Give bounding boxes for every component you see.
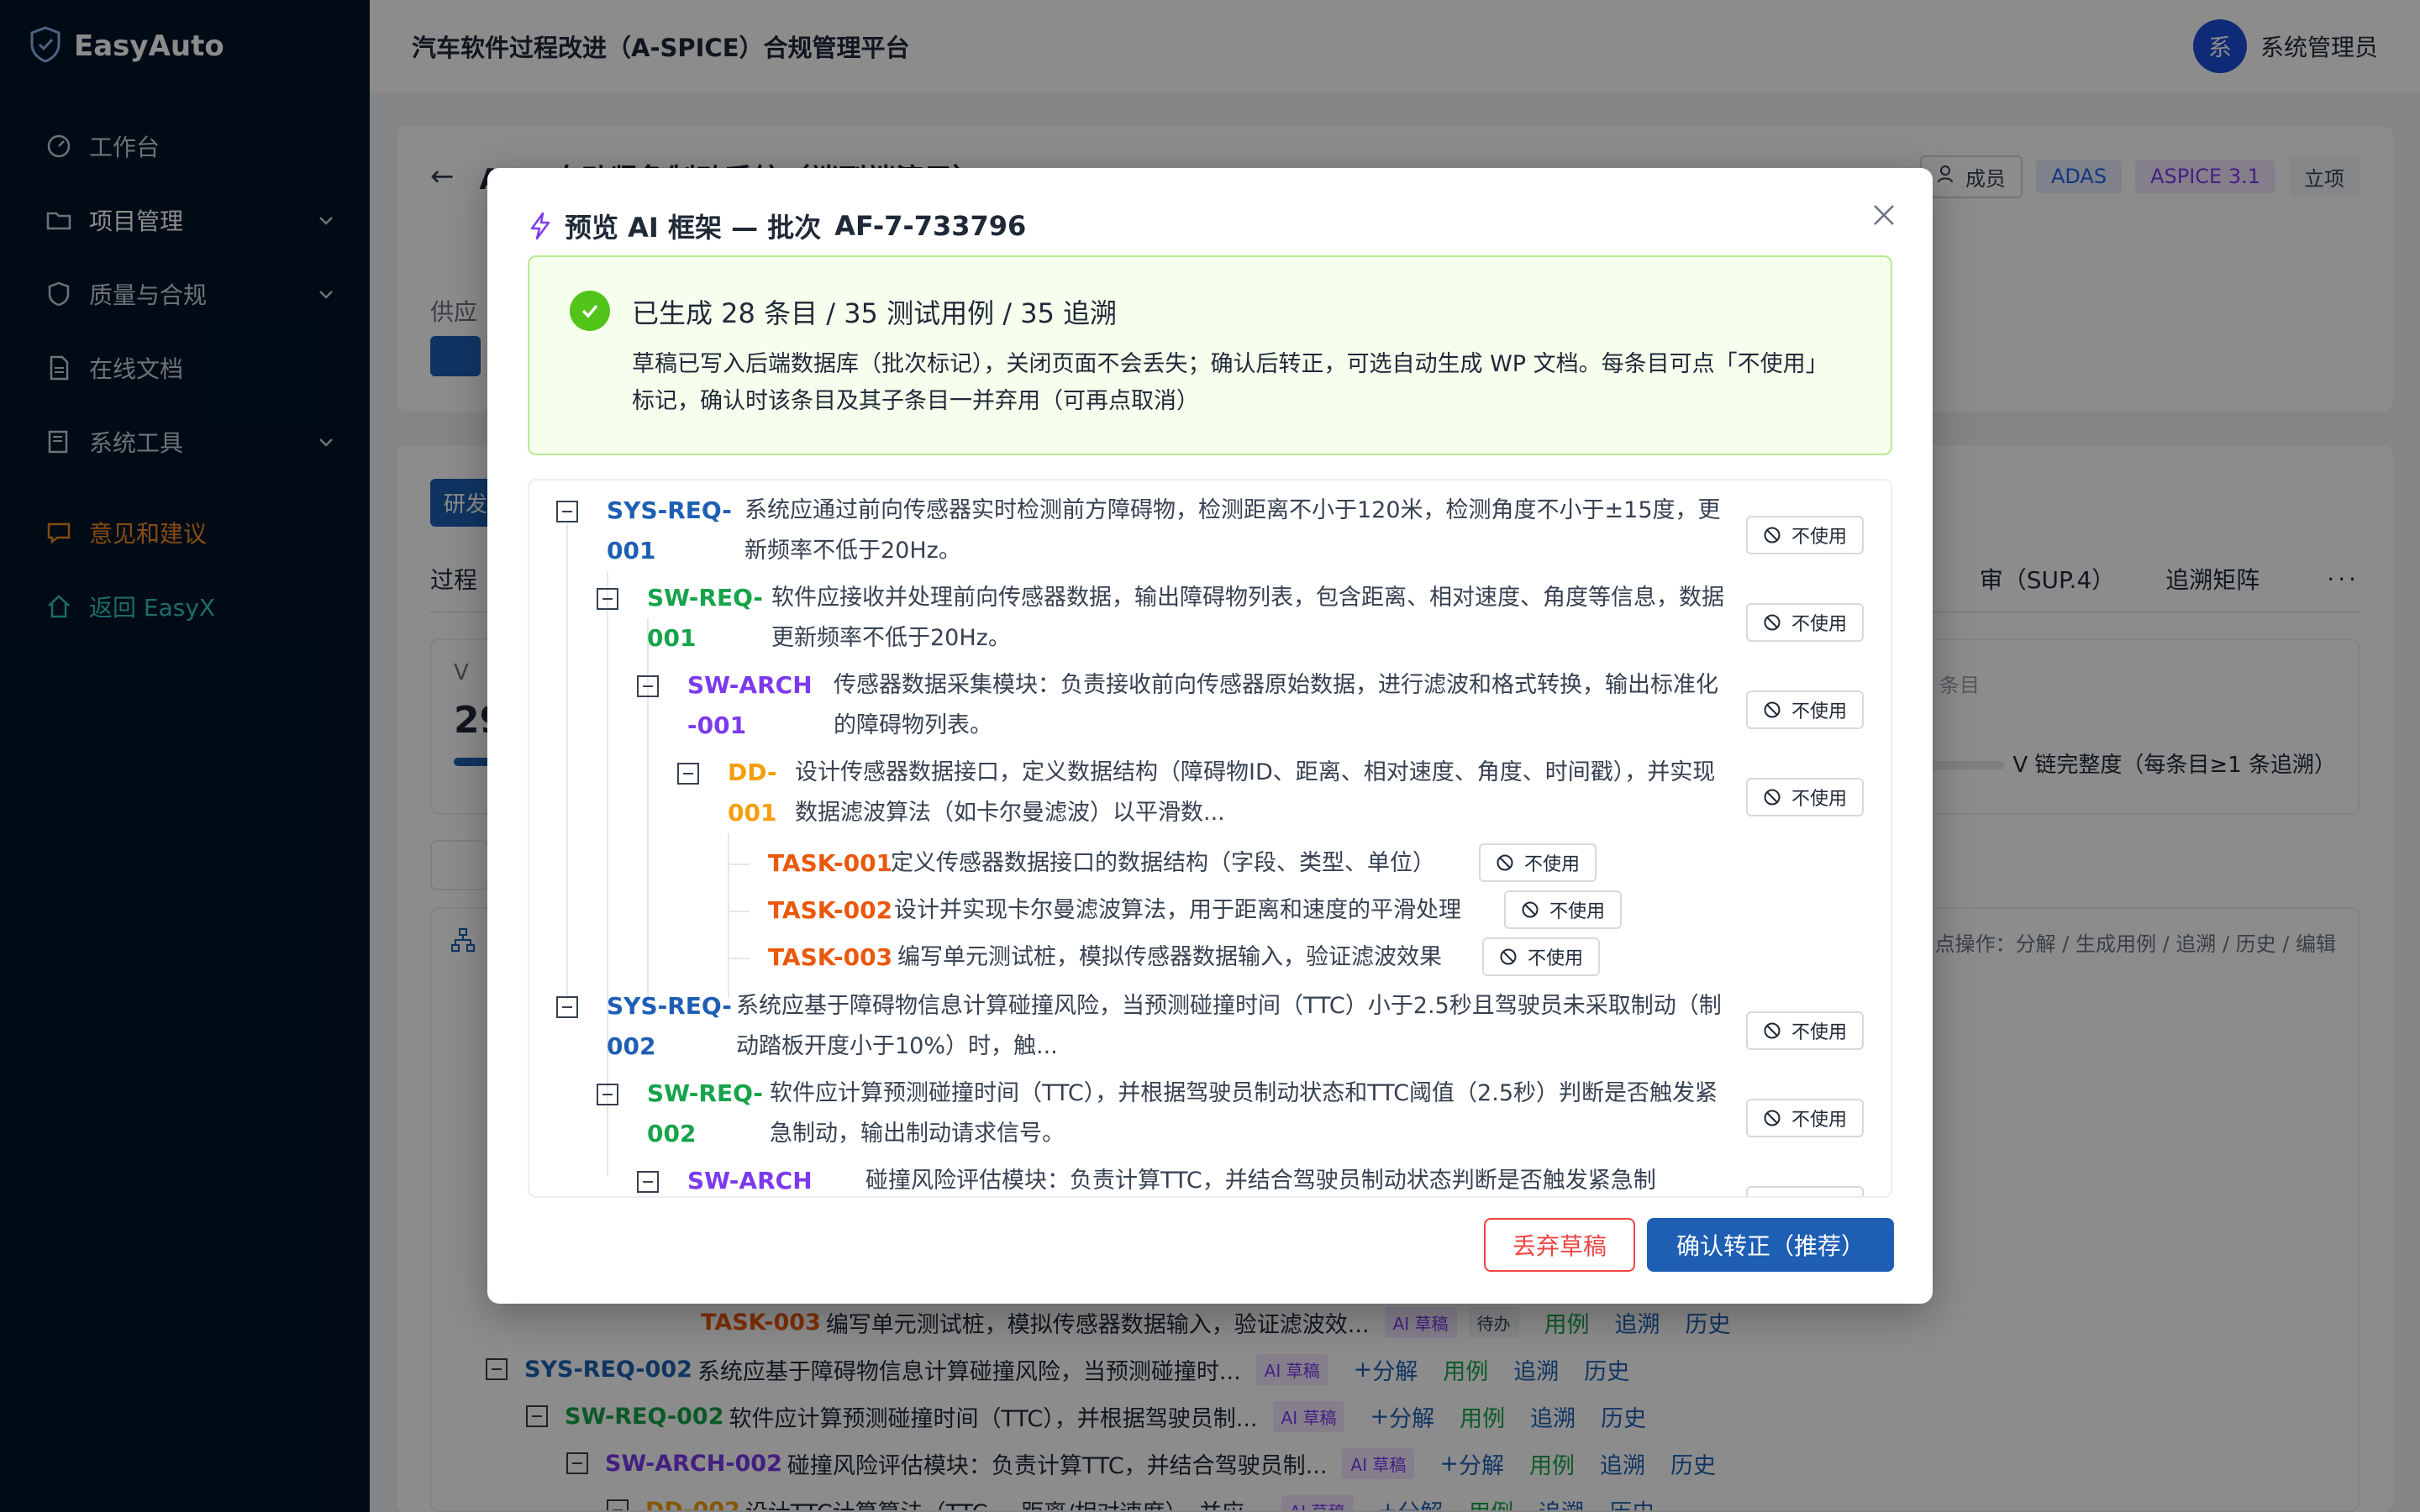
item-code: TASK-002	[768, 896, 893, 924]
item-code: SW-REQ-002	[647, 1079, 764, 1147]
item-code: SYS-REQ-002	[607, 992, 732, 1060]
no-use-button[interactable]: 不使用	[1504, 890, 1623, 929]
no-use-label: 不使用	[1791, 614, 1848, 635]
collapse-icon[interactable]	[597, 1084, 618, 1105]
generated-items-list: SYS-REQ-001 系统应通过前向传感器实时检测前方障碍物，检测距离不小于1…	[528, 479, 1892, 1198]
no-use-label: 不使用	[1791, 789, 1848, 810]
no-use-label: 不使用	[1791, 1192, 1847, 1196]
ban-icon	[1763, 526, 1781, 544]
check-circle-icon	[570, 291, 610, 331]
item-text: 编写单元测试桩，模拟传感器数据输入，验证滤波效果	[897, 944, 1442, 970]
discard-draft-button[interactable]: 丢弃草稿	[1484, 1218, 1635, 1272]
ban-icon	[1763, 1196, 1781, 1198]
collapse-icon[interactable]	[556, 501, 578, 522]
batch-id: AF-7-733796	[834, 210, 1027, 242]
collapse-icon[interactable]	[597, 588, 618, 610]
collapse-icon[interactable]	[677, 763, 699, 785]
no-use-button[interactable]: 不使用	[1746, 603, 1865, 642]
collapse-icon[interactable]	[637, 675, 659, 697]
no-use-label: 不使用	[1791, 527, 1848, 548]
ban-icon	[1496, 853, 1514, 872]
no-use-label: 不使用	[1791, 701, 1848, 722]
no-use-label: 不使用	[1524, 854, 1581, 875]
collapse-icon[interactable]	[556, 996, 578, 1018]
ban-icon	[1763, 1109, 1781, 1127]
close-button[interactable]	[1869, 202, 1899, 232]
item-text: 传感器数据采集模块：负责接收前向传感器原始数据，进行滤波和格式转换，输出标准化的…	[834, 672, 1718, 738]
item-text: 设计传感器数据接口，定义数据结构（障碍物ID、距离、相对速度、角度、时间戳），并…	[795, 759, 1716, 826]
ban-icon	[1499, 948, 1518, 966]
item-code: SYS-REQ-001	[607, 496, 732, 564]
item-code: DD-001	[728, 759, 777, 827]
ban-icon	[1521, 900, 1539, 919]
ban-icon	[1763, 788, 1781, 806]
no-use-button[interactable]: 不使用	[1479, 843, 1597, 882]
no-use-label: 不使用	[1791, 1110, 1848, 1131]
item-code: SW-ARCH-	[687, 1167, 813, 1194]
confirm-button[interactable]: 确认转正（推荐）	[1647, 1218, 1894, 1272]
lightning-icon	[528, 212, 553, 240]
ban-icon	[1763, 701, 1781, 719]
item-text: 设计并实现卡尔曼滤波算法，用于距离和速度的平滑处理	[894, 897, 1461, 923]
no-use-button[interactable]: 不使用	[1746, 778, 1865, 816]
ban-icon	[1763, 1021, 1781, 1040]
item-code: SW-REQ-001	[647, 584, 764, 652]
modal-title-text: 预览 AI 框架 — 批次	[565, 212, 822, 244]
collapse-icon[interactable]	[637, 1171, 659, 1193]
item-text: 软件应接收并处理前向传感器数据，输出障碍物列表，包含距离、相对速度、角度等信息，…	[771, 585, 1724, 651]
item-text: 碰撞风险评估模块：负责计算TTC，并结合驾驶员制动状态判断是否触发紧急制	[865, 1168, 1656, 1194]
item-code: TASK-001	[768, 849, 893, 877]
item-text: 软件应计算预测碰撞时间（TTC），并根据驾驶员制动状态和TTC阈值（2.5秒）判…	[770, 1080, 1718, 1147]
item-text: 系统应基于障碍物信息计算碰撞风险，当预测碰撞时间（TTC）小于2.5秒且驾驶员未…	[736, 993, 1722, 1059]
no-use-button[interactable]: 不使用	[1746, 1186, 1865, 1198]
item-code: SW-ARCH-001	[687, 671, 813, 739]
no-use-button[interactable]: 不使用	[1746, 516, 1865, 554]
success-title: 已生成 28 条目 / 35 测试用例 / 35 追溯	[632, 297, 1118, 329]
no-use-button[interactable]: 不使用	[1746, 1011, 1865, 1050]
success-alert: 已生成 28 条目 / 35 测试用例 / 35 追溯 草稿已写入后端数据库（批…	[528, 255, 1892, 455]
ai-framework-preview-modal: 预览 AI 框架 — 批次 AF-7-733796 已生成 28 条目 / 35…	[487, 168, 1933, 1304]
no-use-label: 不使用	[1528, 948, 1584, 969]
no-use-label: 不使用	[1549, 901, 1606, 922]
no-use-button[interactable]: 不使用	[1482, 937, 1601, 976]
success-description: 草稿已写入后端数据库（批次标记），关闭页面不会丢失；确认后转正，可选自动生成 W…	[632, 351, 1828, 414]
no-use-button[interactable]: 不使用	[1746, 1099, 1865, 1137]
item-code: TASK-003	[768, 943, 893, 971]
close-icon	[1872, 203, 1896, 230]
item-text: 定义传感器数据接口的数据结构（字段、类型、单位）	[891, 850, 1435, 876]
modal-title: 预览 AI 框架 — 批次 AF-7-733796	[528, 207, 1026, 245]
item-text: 系统应通过前向传感器实时检测前方障碍物，检测距离不小于120米，检测角度不小于±…	[744, 497, 1721, 564]
no-use-button[interactable]: 不使用	[1746, 690, 1865, 729]
ban-icon	[1763, 613, 1781, 632]
no-use-label: 不使用	[1791, 1022, 1848, 1043]
